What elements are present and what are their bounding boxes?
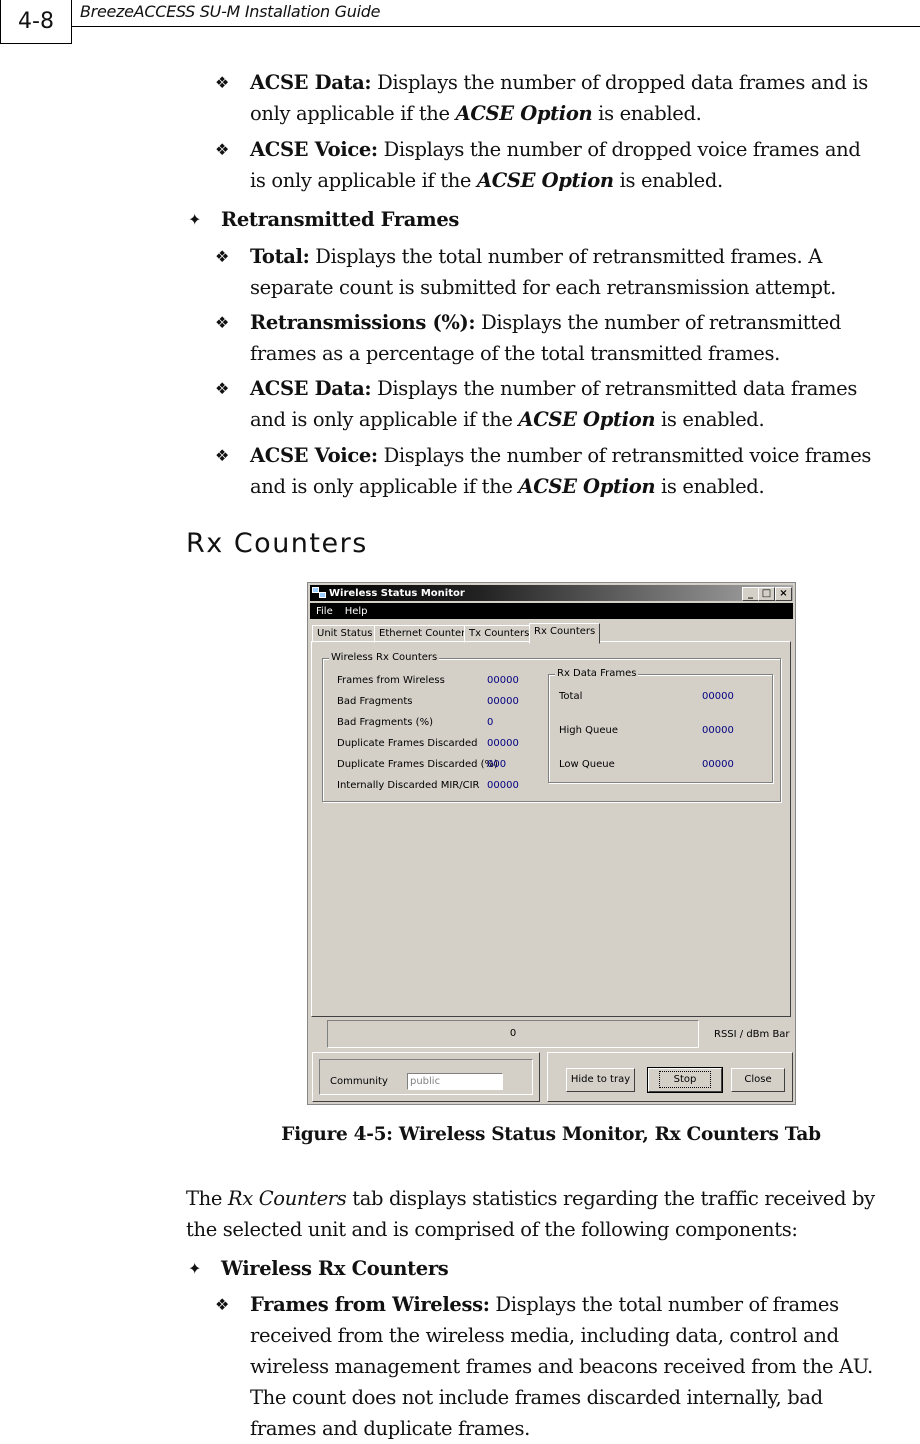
list-item-cont: is only applicable if the ACSE Option is… [250, 169, 723, 192]
wireless-status-monitor-window: Wireless Status Monitor _ □ × File Help … [307, 582, 796, 1105]
community-panel: Community public [312, 1052, 540, 1102]
counter-label: Bad Fragments [337, 696, 413, 707]
counter-value: 00000 [487, 696, 519, 707]
section-heading: Rx Counters [186, 528, 368, 559]
minimize-button[interactable]: _ [742, 587, 759, 601]
diamond-bullet-icon: ❖ [215, 446, 230, 465]
diamond-bullet-icon: ❖ [215, 379, 230, 398]
rssi-label: RSSI / dBm Bar [714, 1029, 790, 1040]
group-label: Wireless Rx Counters [329, 652, 440, 663]
counter-label: Internally Discarded MIR/CIR [337, 780, 480, 791]
list-item-cont: The count does not include frames discar… [250, 1386, 823, 1409]
title-bar[interactable]: Wireless Status Monitor _ □ × [310, 585, 793, 601]
network-app-icon [312, 587, 326, 599]
list-item-cont: only applicable if the ACSE Option is en… [250, 102, 702, 125]
list-item: Total: Displays the total number of retr… [250, 245, 822, 268]
list-item: ACSE Voice: Displays the number of dropp… [250, 138, 861, 161]
diamond-bullet-icon: ❖ [215, 140, 230, 159]
counter-value: 00000 [487, 738, 519, 749]
counter-value: 00000 [487, 780, 519, 791]
diamond-bullet-icon: ❖ [215, 1295, 230, 1314]
menu-file[interactable]: File [316, 606, 333, 617]
hide-to-tray-button[interactable]: Hide to tray [566, 1068, 635, 1092]
counter-value: 00000 [487, 675, 519, 686]
counter-value: 0 [487, 717, 494, 728]
community-input[interactable]: public [407, 1073, 503, 1090]
list-item: ACSE Data: Displays the number of droppe… [250, 71, 868, 94]
menu-bar: File Help [310, 603, 793, 619]
tab-rx-counters[interactable]: Rx Counters [529, 623, 601, 644]
counter-label: Low Queue [559, 759, 615, 770]
figure-caption: Figure 4-5: Wireless Status Monitor, Rx … [281, 1124, 821, 1145]
list-item-cont: separate count is submitted for each ret… [250, 276, 836, 299]
list-item: Retransmissions (%): Displays the number… [250, 311, 842, 334]
rssi-bar: 0 [327, 1020, 699, 1048]
star-bullet-icon: ✦ [188, 210, 202, 229]
list-item: ACSE Voice: Displays the number of retra… [250, 444, 872, 467]
list-item-cont: and is only applicable if the ACSE Optio… [250, 475, 765, 498]
maximize-button[interactable]: □ [758, 587, 775, 601]
list-item-cont: frames as a percentage of the total tran… [250, 342, 780, 365]
page-number: 4-8 [0, 0, 72, 44]
counter-label: High Queue [559, 725, 619, 736]
counter-value: 00000 [702, 759, 734, 770]
diamond-bullet-icon: ❖ [215, 247, 230, 266]
intro-paragraph: The Rx Counters tab displays statistics … [186, 1187, 875, 1210]
wireless-rx-counters-group: Wireless Rx Counters Frames from Wireles… [322, 652, 781, 802]
menu-help[interactable]: Help [345, 606, 368, 617]
header-rule [72, 26, 920, 27]
intro-paragraph-cont: the selected unit and is comprised of th… [186, 1218, 798, 1241]
group-label: Rx Data Frames [555, 668, 639, 679]
counter-label: Total [559, 691, 583, 702]
tab-panel: Wireless Rx Counters Frames from Wireles… [311, 641, 791, 1017]
counter-label: Duplicate Frames Discarded (%) [337, 759, 498, 770]
close-window-button[interactable]: × [775, 587, 792, 601]
star-bullet-icon: ✦ [188, 1259, 202, 1278]
counter-value: 000 [487, 759, 507, 770]
counter-label: Bad Fragments (%) [337, 717, 433, 728]
stop-button[interactable]: Stop [647, 1067, 723, 1093]
counter-label: Frames from Wireless [337, 675, 445, 686]
rx-data-frames-group: Rx Data Frames Total 00000 High Queue 00… [548, 668, 773, 783]
list-item-cont: and is only applicable if the ACSE Optio… [250, 408, 765, 431]
window-title: Wireless Status Monitor [329, 587, 465, 599]
counter-label: Duplicate Frames Discarded [337, 738, 478, 749]
diamond-bullet-icon: ❖ [215, 73, 230, 92]
community-label: Community [330, 1076, 388, 1087]
list-item-cont: wireless management frames and beacons r… [250, 1355, 873, 1378]
diamond-bullet-icon: ❖ [215, 313, 230, 332]
wireless-heading: Wireless Rx Counters [221, 1257, 449, 1280]
guide-title: BreezeACCESS SU-M Installation Guide [80, 2, 381, 21]
button-panel: Hide to tray Stop Close [547, 1052, 793, 1102]
list-item: ACSE Data: Displays the number of retran… [250, 377, 858, 400]
close-button[interactable]: Close [731, 1068, 785, 1092]
retransmitted-heading: Retransmitted Frames [221, 208, 459, 231]
counter-value: 00000 [702, 725, 734, 736]
list-item-cont: frames and duplicate frames. [250, 1417, 530, 1440]
list-item: Frames from Wireless: Displays the total… [250, 1293, 839, 1316]
list-item-cont: received from the wireless media, includ… [250, 1324, 839, 1347]
counter-value: 00000 [702, 691, 734, 702]
